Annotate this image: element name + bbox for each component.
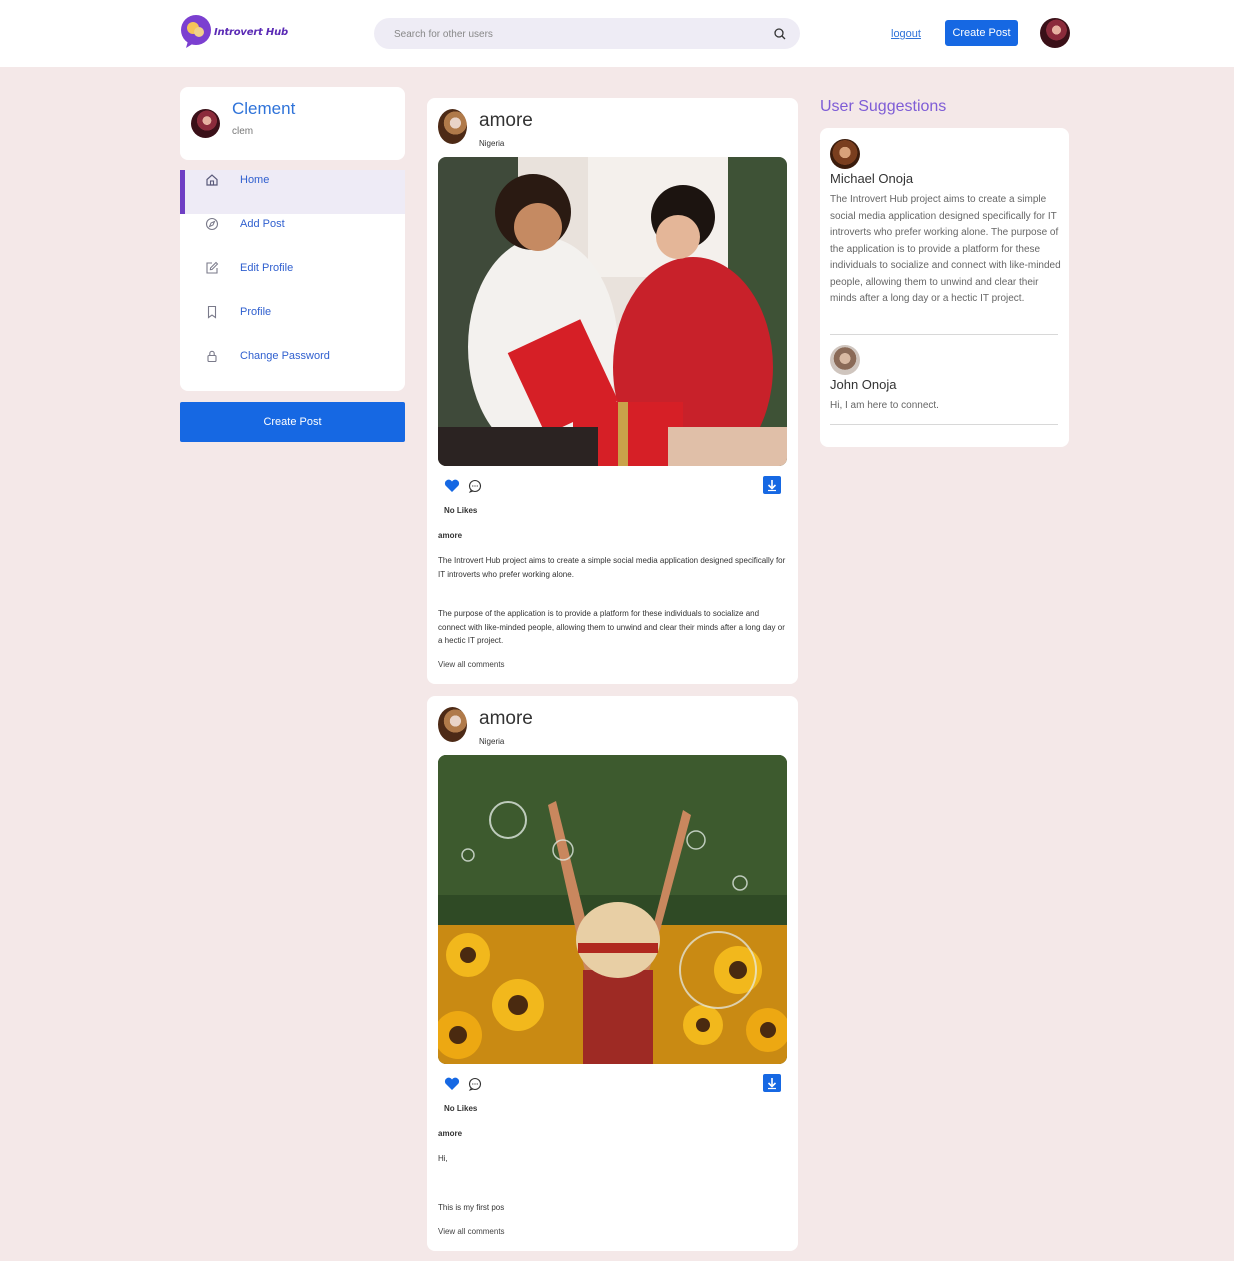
compass-icon [205, 217, 219, 231]
logo-chat-bubble-icon [180, 15, 214, 49]
heart-like-icon[interactable] [444, 1077, 460, 1091]
post-card: amore Nigeria [427, 696, 798, 1251]
sidebar-item-label: Add Post [240, 218, 285, 230]
post-author-avatar[interactable] [438, 707, 467, 742]
download-icon [767, 480, 777, 492]
post-author-avatar[interactable] [438, 109, 467, 144]
user-avatar[interactable] [1040, 18, 1070, 48]
user-search-box[interactable] [374, 18, 800, 49]
sidebar-item-edit-profile[interactable]: Edit Profile [180, 258, 405, 302]
comment-icon[interactable] [468, 1077, 482, 1091]
likes-count: No Likes [444, 1104, 478, 1113]
suggested-user-avatar[interactable] [830, 139, 860, 169]
bookmark-icon [207, 305, 217, 319]
edit-icon [206, 261, 219, 274]
download-button[interactable] [763, 1074, 781, 1092]
comment-icon[interactable] [468, 479, 482, 493]
profile-name: Clement [232, 99, 296, 118]
top-header: Introvert Hub logout Create Post [0, 0, 1234, 67]
post-title: amore [438, 531, 463, 540]
post-username[interactable]: amore [479, 708, 533, 730]
post-card: amore Nigeria [427, 98, 798, 684]
post-image-sunflower-field[interactable] [438, 755, 787, 1064]
post-paragraph: The Introvert Hub project aims to create… [438, 556, 786, 579]
sidebar-item-label: Edit Profile [240, 262, 294, 274]
sidebar-item-label: Profile [240, 306, 272, 318]
post-paragraph: The purpose of the application is to pro… [438, 609, 785, 645]
user-suggestions-heading: User Suggestions [820, 98, 947, 115]
suggested-user-name[interactable]: Michael Onoja [830, 171, 913, 186]
header-create-post-button[interactable]: Create Post [945, 20, 1018, 46]
view-all-comments-link[interactable]: View all comments [438, 660, 505, 669]
search-icon[interactable] [773, 27, 787, 41]
sidebar-item-label: Home [240, 174, 270, 186]
suggested-user-name[interactable]: John Onoja [830, 377, 897, 392]
sidebar-item-profile[interactable]: Profile [180, 302, 405, 346]
home-icon [206, 174, 218, 186]
download-button[interactable] [763, 476, 781, 494]
post-location: Nigeria [479, 737, 505, 746]
lock-icon [207, 350, 217, 363]
divider [830, 334, 1058, 335]
post-paragraph: Hi, [438, 1154, 448, 1163]
download-icon [767, 1078, 777, 1090]
sidebar-item-change-password[interactable]: Change Password [180, 346, 405, 390]
app-logo[interactable]: Introvert Hub [180, 15, 288, 49]
likes-count: No Likes [444, 506, 478, 515]
logo-text: Introvert Hub [214, 26, 288, 38]
suggested-user-bio: Hi, I am here to connect. [830, 400, 939, 411]
post-image-gift-exchange[interactable] [438, 157, 787, 466]
sidebar-item-home[interactable]: Home [180, 170, 405, 214]
profile-handle: clem [232, 126, 254, 137]
view-all-comments-link[interactable]: View all comments [438, 1227, 505, 1236]
sidebar-create-post-button[interactable]: Create Post [180, 402, 405, 442]
post-location: Nigeria [479, 139, 505, 148]
user-suggestions-card: Michael Onoja The Introvert Hub project … [820, 128, 1069, 447]
post-paragraph: This is my first pos [438, 1203, 505, 1212]
suggested-user-avatar[interactable] [830, 345, 860, 375]
divider [830, 424, 1058, 425]
profile-card: Clement clem [180, 87, 405, 160]
logout-link[interactable]: logout [891, 28, 921, 40]
heart-like-icon[interactable] [444, 479, 460, 493]
profile-avatar[interactable] [191, 109, 220, 138]
sidebar-item-label: Change Password [240, 350, 330, 362]
post-title: amore [438, 1129, 463, 1138]
search-input[interactable] [394, 24, 754, 44]
post-username[interactable]: amore [479, 110, 533, 132]
sidebar-item-add-post[interactable]: Add Post [180, 214, 405, 258]
suggested-user-bio: The Introvert Hub project aims to create… [830, 194, 1061, 304]
sidebar-nav: Home Add Post Edit Profile Profile Chang… [180, 170, 405, 391]
